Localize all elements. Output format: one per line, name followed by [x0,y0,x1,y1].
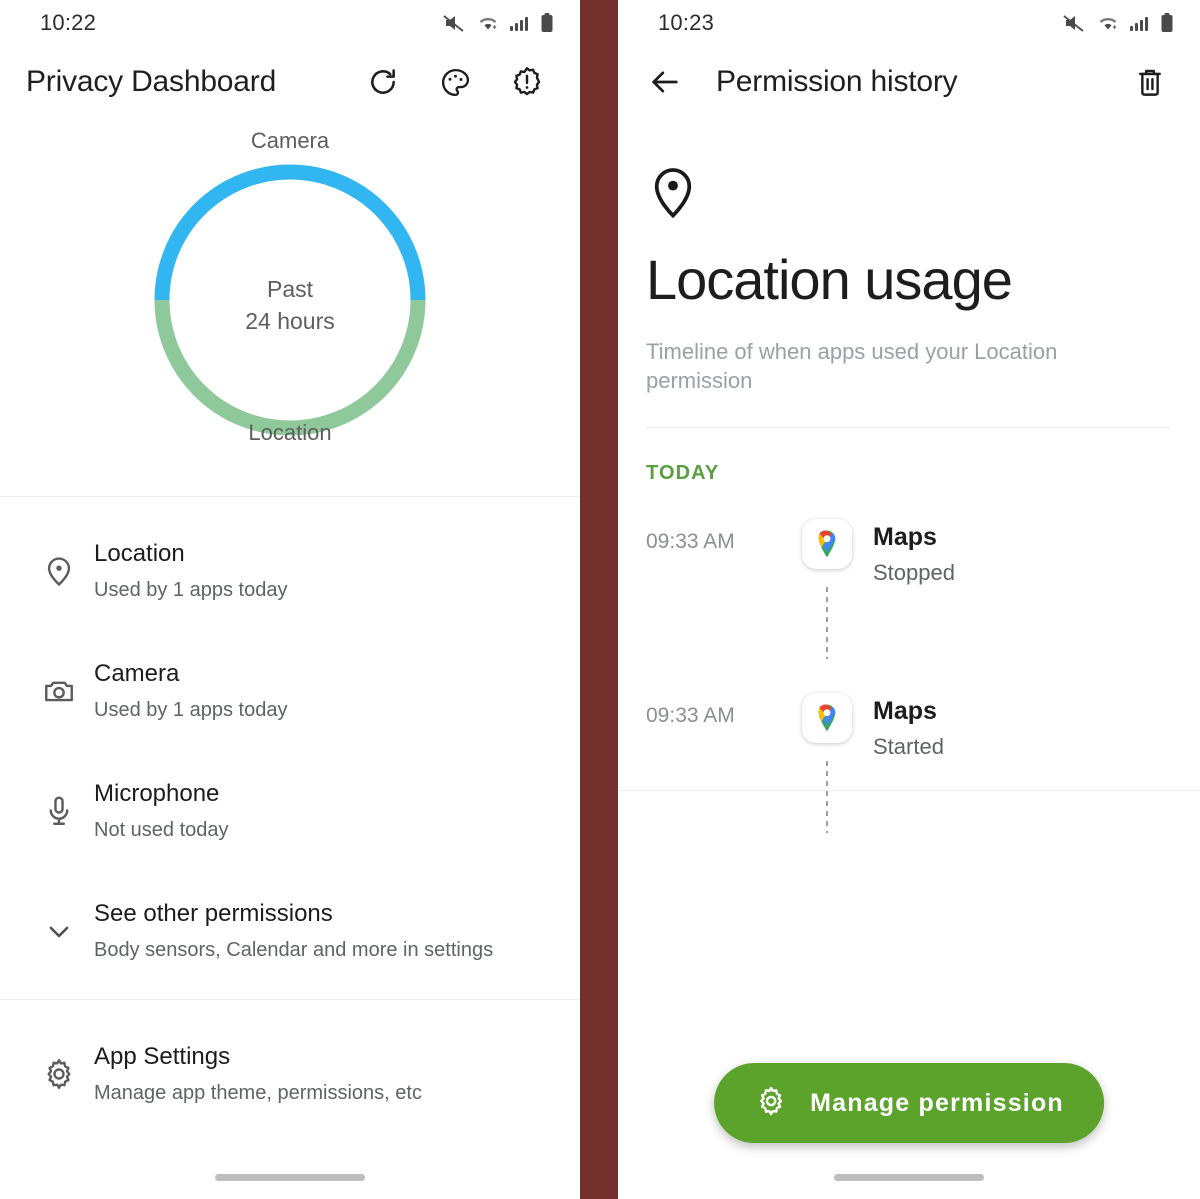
status-icons [1063,12,1174,34]
timeline-connector [826,587,828,660]
usage-donut-chart: Camera Past 24 hours Location [0,126,580,496]
donut-label-location: Location [248,420,332,445]
info-badge-icon[interactable] [510,65,544,99]
status-time: 10:22 [40,10,97,35]
page-title: Permission history [716,65,958,98]
mute-icon [443,15,464,32]
app-settings-row[interactable]: App Settings Manage app theme, permissio… [0,1014,580,1134]
chevron-down-icon [30,916,88,946]
app-settings-subtitle: Manage app theme, permissions, etc [94,1082,422,1104]
status-bar-right: 10:23 [618,0,1200,46]
permission-subtitle: Used by 1 apps today [94,579,288,601]
timeline-time: 09:33 AM [646,704,735,728]
privacy-dashboard-screen: 10:22 Privacy Dashboard Camera Past 24 h… [0,0,580,1199]
microphone-icon [30,794,88,828]
permission-history-screen: 10:23 Permission history Location usage … [618,0,1200,1199]
permission-list: Location Used by 1 apps today Camera Use… [0,497,580,999]
permission-title: See other permissions [94,900,333,927]
timeline-entry[interactable]: 09:33 AM Maps Stopped [618,519,1200,660]
page-title: Privacy Dashboard [26,65,277,98]
google-maps-icon [802,693,852,744]
manage-permission-label: Manage permission [810,1088,1064,1117]
timeline-section-label: TODAY [646,462,720,485]
google-maps-icon [802,519,852,570]
status-icons [443,12,554,34]
status-time: 10:23 [658,10,715,35]
wifi-icon [479,17,497,30]
donut-label-camera: Camera [250,128,330,153]
hero-title: Location usage [646,248,1013,311]
palette-icon[interactable] [438,65,472,99]
gesture-nav-handle[interactable] [215,1174,365,1181]
timeline-entry[interactable]: 09:33 AM Maps Started [618,693,1200,834]
gesture-nav-handle[interactable] [834,1174,984,1181]
location-pin-icon [30,554,88,588]
gear-icon [30,1056,88,1092]
toolbar-left: Privacy Dashboard [0,46,580,118]
donut-center-line2: 24 hours [245,307,335,334]
timeline-time: 09:33 AM [646,530,735,554]
wifi-icon [1099,17,1117,30]
permission-row-see-other[interactable]: See other permissions Body sensors, Cale… [0,871,580,991]
battery-icon [1161,13,1173,32]
permission-subtitle: Body sensors, Calendar and more in setti… [94,939,494,961]
permission-row-location[interactable]: Location Used by 1 apps today [0,511,580,631]
gear-icon [754,1084,788,1123]
app-settings-title: App Settings [94,1043,231,1070]
permission-subtitle: Used by 1 apps today [94,699,288,721]
refresh-icon[interactable] [366,65,400,99]
toolbar-right: Permission history [618,46,1200,118]
donut-center-label: Past 24 hours [245,274,335,337]
hero-subtitle: Timeline of when apps used your Location… [646,339,1058,393]
donut-center-line1: Past [266,276,314,302]
permission-row-camera[interactable]: Camera Used by 1 apps today [0,631,580,751]
toolbar-actions [366,65,556,99]
timeline-app-name: Maps [873,523,937,552]
timeline-app-name: Maps [873,697,937,726]
mute-icon [1063,15,1084,32]
arrow-left-icon[interactable] [644,61,686,103]
location-pin-icon [646,168,700,224]
divider [618,790,1200,791]
timeline-state: Stopped [873,560,955,586]
manage-permission-button[interactable]: Manage permission [714,1063,1104,1143]
dual-screenshot: 10:22 Privacy Dashboard Camera Past 24 h… [0,0,1200,1199]
status-bar-left: 10:22 [0,0,580,46]
signal-icon [510,17,528,31]
screenshot-separator [580,0,618,1199]
permission-title: Location [94,540,185,567]
camera-icon [30,674,88,708]
battery-icon [541,13,553,32]
permission-title: Microphone [94,780,220,807]
permission-subtitle: Not used today [94,819,229,841]
divider [0,999,580,1000]
permission-row-microphone[interactable]: Microphone Not used today [0,751,580,871]
hero-section: Location usage Timeline of when apps use… [618,118,1200,429]
timeline-state: Started [873,734,944,760]
timeline-connector [826,761,828,834]
trash-icon[interactable] [1130,62,1170,102]
permission-title: Camera [94,660,180,687]
signal-icon [1130,17,1148,31]
